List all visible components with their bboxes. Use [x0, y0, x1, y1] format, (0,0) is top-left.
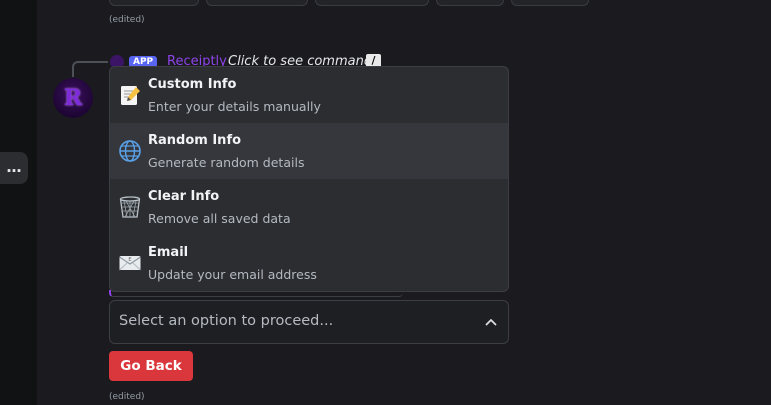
- previous-button[interactable]: [511, 0, 589, 6]
- avatar[interactable]: R: [53, 78, 93, 118]
- envelope-icon: E: [119, 256, 141, 271]
- memo-icon: [121, 86, 140, 105]
- option-label: Clear Info: [148, 189, 220, 204]
- previous-button[interactable]: [206, 0, 308, 6]
- more-options-button[interactable]: …: [0, 152, 28, 184]
- option-custom-info[interactable]: Custom Info Enter your details manually: [110, 67, 508, 123]
- option-label: Random Info: [148, 133, 242, 148]
- previous-button[interactable]: [436, 0, 504, 6]
- chevron-up-icon: [485, 319, 497, 326]
- previous-button[interactable]: [315, 0, 429, 6]
- reply-connector: [72, 61, 108, 77]
- globe-icon: [119, 140, 141, 162]
- option-description: Enter your details manually: [148, 99, 321, 114]
- option-description: Update your email address: [148, 267, 317, 282]
- option-random-info[interactable]: Random Info Generate random details: [110, 123, 508, 179]
- option-clear-info[interactable]: Clear Info Remove all saved data: [110, 179, 508, 235]
- option-description: Generate random details: [148, 155, 305, 170]
- edited-label: (edited): [109, 392, 145, 402]
- select-placeholder: Select an option to proceed...: [119, 313, 334, 329]
- server-sidebar-edge: [0, 0, 37, 405]
- select-menu[interactable]: Select an option to proceed...: [109, 300, 509, 344]
- option-email[interactable]: E Email Update your email address: [110, 235, 508, 291]
- option-description: Remove all saved data: [148, 211, 291, 226]
- option-label: Email: [148, 245, 189, 260]
- wastebasket-icon: [119, 196, 141, 218]
- svg-text:E: E: [128, 257, 131, 263]
- previous-button[interactable]: [109, 0, 199, 6]
- option-label: Custom Info: [148, 77, 237, 92]
- select-menu-dropdown: Custom Info Enter your details manually …: [109, 66, 509, 292]
- go-back-button[interactable]: Go Back: [109, 351, 193, 381]
- edited-label: (edited): [109, 15, 145, 25]
